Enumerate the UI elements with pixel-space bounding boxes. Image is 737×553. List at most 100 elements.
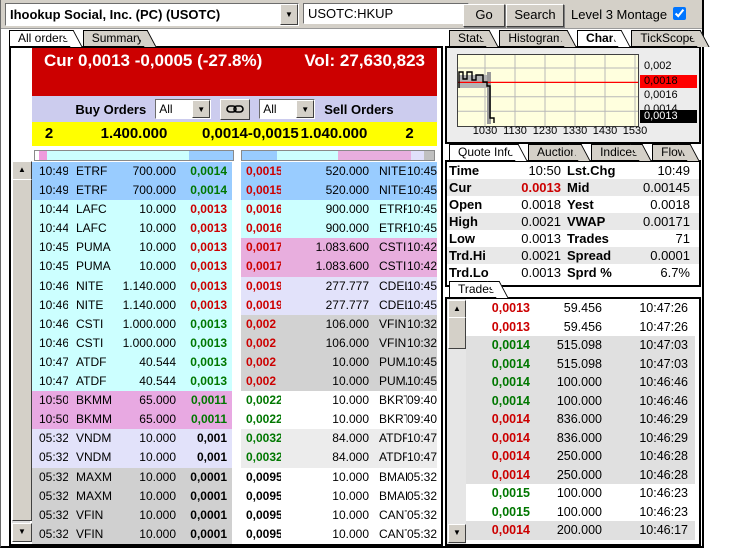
trades-scrollbar[interactable]: ▲ ▼ xyxy=(447,299,466,544)
order-book-row[interactable]: 05:32 VNDM 10.000 0,001 0,0032 84.000 AT… xyxy=(32,429,437,448)
tab-chart[interactable]: Chart xyxy=(577,30,621,46)
scrollbar-thumb[interactable] xyxy=(448,317,466,349)
bid-time: 05:32 xyxy=(32,429,68,448)
search-button[interactable]: Search xyxy=(506,4,564,27)
quote-value: 0.0001 xyxy=(637,247,695,264)
trade-row[interactable]: 0,0014 836.000 10:46:29 xyxy=(466,410,695,429)
link-filters-button[interactable] xyxy=(220,99,250,120)
tab-quote-info[interactable]: Quote Info xyxy=(449,144,518,160)
order-book-row[interactable]: 10:44 LAFC 10.000 0,0013 0,0016 900.000 … xyxy=(32,200,437,219)
scroll-up-icon[interactable]: ▲ xyxy=(12,161,32,180)
ask-size: 10.000 xyxy=(281,468,369,487)
montage-scrollbar[interactable]: ▲ ▼ xyxy=(11,48,32,544)
chevron-down-icon[interactable]: ▼ xyxy=(192,100,210,118)
ask-price: 0,0095 xyxy=(241,525,281,544)
order-book-row[interactable]: 05:32 VNDM 10.000 0,001 0,0032 84.000 AT… xyxy=(32,448,437,467)
bid-side: 10:46 CSTI 1.000.000 0,0013 xyxy=(32,315,232,334)
tab-label: Trades xyxy=(458,282,495,296)
trade-row[interactable]: 0,0014 515.098 10:47:03 xyxy=(466,336,695,355)
order-book-row[interactable]: 10:47 ATDF 40.544 0,0013 0,002 10.000 PU… xyxy=(32,372,437,391)
ask-side: 0,0017 1.083.600 CSTI 10:42 xyxy=(241,238,437,257)
trade-size: 100.000 xyxy=(530,392,602,411)
bid-mm-id: MAXM xyxy=(68,487,112,506)
bid-size: 1.140.000 xyxy=(112,277,176,296)
trade-row[interactable]: 0,0014 100.000 10:46:46 xyxy=(466,373,695,392)
order-book: 10:49 ETRF 700.000 0,0014 0,0015 520.000… xyxy=(32,162,437,544)
trade-row[interactable]: 0,0015 100.000 10:46:23 xyxy=(466,484,695,503)
go-button[interactable]: Go xyxy=(463,4,505,27)
tab-stats[interactable]: Stats xyxy=(449,30,489,46)
order-book-row[interactable]: 05:32 VFIN 10.000 0,0001 0,0095 10.000 C… xyxy=(32,506,437,525)
order-book-row[interactable]: 10:46 CSTI 1.000.000 0,0013 0,002 106.00… xyxy=(32,315,437,334)
order-book-row[interactable]: 10:44 LAFC 10.000 0,0013 0,0016 900.000 … xyxy=(32,219,437,238)
trade-row[interactable]: 0,0013 59.456 10:47:26 xyxy=(466,318,695,337)
trade-row[interactable]: 0,0015 100.000 10:46:23 xyxy=(466,503,695,522)
order-book-row[interactable]: 10:50 BKMM 65.000 0,0011 0,0022 10.000 B… xyxy=(32,391,437,410)
bid-size: 65.000 xyxy=(112,391,176,410)
order-book-row[interactable]: 10:47 ATDF 40.544 0,0013 0,002 10.000 PU… xyxy=(32,353,437,372)
tab-trades[interactable]: Trades xyxy=(449,281,499,297)
trade-row[interactable]: 0,0014 515.098 10:47:03 xyxy=(466,355,695,374)
ask-side: 0,002 10.000 PUMA 10:45 xyxy=(241,353,437,372)
tab-flow[interactable]: Flow xyxy=(652,144,690,160)
symbol-select-value: Ihookup Social, Inc. (PC) (USOTC) xyxy=(6,7,280,22)
order-book-row[interactable]: 10:45 PUMA 10.000 0,0013 0,0017 1.083.60… xyxy=(32,238,437,257)
spread-gutter xyxy=(232,410,241,429)
bid-price: 0,0001 xyxy=(176,487,232,506)
trades-tabs: Trades xyxy=(449,281,509,297)
chevron-down-icon[interactable]: ▼ xyxy=(280,4,298,25)
level3-montage-checkbox[interactable] xyxy=(673,7,686,20)
order-book-row[interactable]: 10:46 CSTI 1.000.000 0,0013 0,002 106.00… xyxy=(32,334,437,353)
quote-value: 0.0018 xyxy=(637,196,695,213)
scrollbar-thumb[interactable] xyxy=(12,179,32,521)
ask-side: 0,0095 10.000 BMAK 05:32 xyxy=(241,468,437,487)
bid-mm-id: VNDM xyxy=(68,429,112,448)
scroll-down-icon[interactable]: ▼ xyxy=(448,524,466,543)
tab-summary[interactable]: Summary xyxy=(83,30,147,46)
trade-row[interactable]: 0,0014 250.000 10:46:28 xyxy=(466,466,695,485)
trade-row[interactable]: 0,0014 836.000 10:46:29 xyxy=(466,429,695,448)
buy-filter-value: All xyxy=(156,102,192,116)
order-book-row[interactable]: 05:32 MAXM 10.000 0,0001 0,0095 10.000 B… xyxy=(32,487,437,506)
order-book-row[interactable]: 10:49 ETRF 700.000 0,0014 0,0015 520.000… xyxy=(32,162,437,181)
trade-time: 10:46:46 xyxy=(602,373,695,392)
bid-size: 10.000 xyxy=(112,506,176,525)
symbol-input[interactable] xyxy=(303,3,469,24)
buy-filter-select[interactable]: All ▼ xyxy=(155,99,211,119)
trade-price: 0,0015 xyxy=(466,484,530,503)
chevron-down-icon[interactable]: ▼ xyxy=(296,100,314,118)
symbol-select[interactable]: Ihookup Social, Inc. (PC) (USOTC) ▼ xyxy=(5,3,299,26)
order-book-row[interactable]: 10:45 PUMA 10.000 0,0013 0,0017 1.083.60… xyxy=(32,257,437,276)
trade-row[interactable]: 0,0014 200.000 10:46:17 xyxy=(466,521,695,540)
ask-price: 0,002 xyxy=(241,353,281,372)
tab-indices[interactable]: Indices xyxy=(591,144,642,160)
order-book-row[interactable]: 05:32 VFIN 10.000 0,0001 0,0095 10.000 C… xyxy=(32,525,437,544)
bid-mm-id: VFIN xyxy=(68,506,112,525)
quote-value: 0.0013 xyxy=(499,179,561,196)
quote-value: 0.0013 xyxy=(499,230,561,247)
trade-row[interactable]: 0,0013 59.456 10:47:26 xyxy=(466,299,695,318)
sell-filter-select[interactable]: All ▼ xyxy=(259,99,315,119)
quote-value: 0.0018 xyxy=(499,196,561,213)
scroll-down-icon[interactable]: ▼ xyxy=(12,523,32,542)
order-book-row[interactable]: 10:50 BKMM 65.000 0,0011 0,0022 10.000 B… xyxy=(32,410,437,429)
trade-row[interactable]: 0,0014 100.000 10:46:46 xyxy=(466,392,695,411)
ask-side: 0,002 106.000 VFIN 10:32 xyxy=(241,334,437,353)
order-book-row[interactable]: 05:32 MAXM 10.000 0,0001 0,0095 10.000 B… xyxy=(32,468,437,487)
order-book-row[interactable]: 10:46 NITE 1.140.000 0,0013 0,0019 277.7… xyxy=(32,277,437,296)
quote-value: 0.0013 xyxy=(499,264,561,281)
order-book-row[interactable]: 10:49 ETRF 700.000 0,0014 0,0015 520.000… xyxy=(32,181,437,200)
ask-mm-id: PUMA xyxy=(369,353,407,372)
ask-side: 0,002 106.000 VFIN 10:32 xyxy=(241,315,437,334)
tab-histogram[interactable]: Histogram xyxy=(499,30,567,46)
trade-time: 10:46:29 xyxy=(602,429,695,448)
tab-all-orders[interactable]: All orders xyxy=(9,30,73,46)
order-book-row[interactable]: 10:46 NITE 1.140.000 0,0013 0,0019 277.7… xyxy=(32,296,437,315)
quote-value: 0.00171 xyxy=(637,213,695,230)
trade-time: 10:46:28 xyxy=(602,447,695,466)
trade-row[interactable]: 0,0014 250.000 10:46:28 xyxy=(466,447,695,466)
bid-price: 0,0013 xyxy=(176,372,232,391)
tab-tickscope[interactable]: TickScope xyxy=(631,30,700,46)
tab-auction[interactable]: Auction xyxy=(528,144,581,160)
trade-size: 100.000 xyxy=(530,373,602,392)
